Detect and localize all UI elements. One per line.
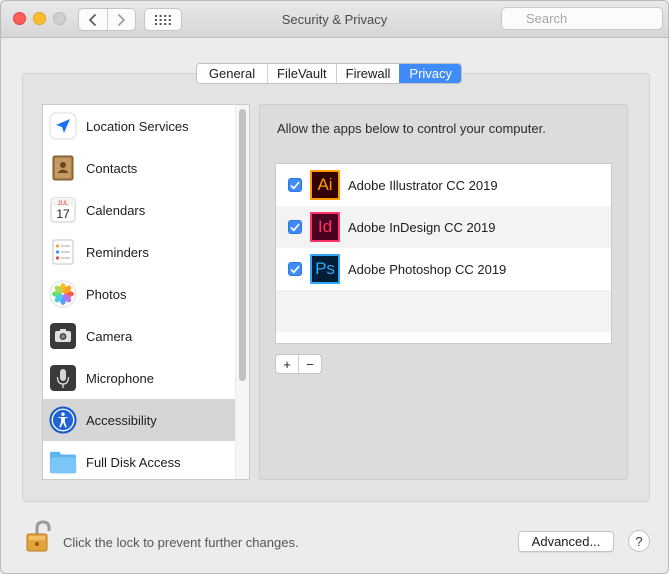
accessibility-icon (49, 406, 77, 434)
list-item-illustrator[interactable]: Ai Adobe Illustrator CC 2019 (276, 164, 611, 206)
security-privacy-window: Security & Privacy General FileVault Fir… (0, 0, 669, 574)
tab-bar: General FileVault Firewall Privacy (196, 63, 463, 84)
empty-list-row (276, 290, 611, 332)
sidebar-item-reminders[interactable]: Reminders (43, 231, 235, 273)
sidebar-item-label: Microphone (86, 370, 154, 386)
calendar-icon: JUL 17 (49, 196, 77, 224)
calendar-day-text: 17 (56, 207, 70, 221)
tab-general[interactable]: General (197, 64, 267, 83)
add-remove-buttons: + − (275, 354, 322, 374)
app-name: Adobe Illustrator CC 2019 (348, 177, 498, 193)
list-item-photoshop[interactable]: Ps Adobe Photoshop CC 2019 (276, 248, 611, 290)
sidebar-item-camera[interactable]: Camera (43, 315, 235, 357)
illustrator-icon: Ai (310, 170, 340, 200)
app-list: Ai Adobe Illustrator CC 2019 Id Adobe In… (275, 163, 612, 344)
sidebar-scrollbar[interactable] (235, 105, 249, 479)
checkmark-icon (290, 223, 300, 232)
checkmark-icon (290, 181, 300, 190)
sidebar-item-location-services[interactable]: Location Services (43, 105, 235, 147)
photoshop-icon: Ps (310, 254, 340, 284)
illustrator-checkbox[interactable] (288, 178, 302, 192)
lock-status-text: Click the lock to prevent further change… (63, 535, 299, 550)
sidebar-item-label: Reminders (86, 244, 149, 260)
help-button[interactable]: ? (628, 530, 650, 552)
toolbar: Security & Privacy (1, 1, 668, 38)
remove-app-button[interactable]: − (298, 355, 321, 373)
sidebar-item-label: Contacts (86, 160, 138, 176)
camera-icon (49, 322, 77, 350)
location-arrow-icon (49, 112, 77, 140)
tab-firewall[interactable]: Firewall (335, 64, 400, 83)
photos-flower-icon (49, 280, 77, 308)
indesign-checkbox[interactable] (288, 220, 302, 234)
sidebar-scroll-thumb[interactable] (239, 109, 246, 381)
sidebar-item-label: Location Services (86, 118, 189, 134)
indesign-icon: Id (310, 212, 340, 242)
accessibility-pane: Allow the apps below to control your com… (259, 104, 628, 480)
search-input[interactable] (501, 7, 663, 30)
list-item-indesign[interactable]: Id Adobe InDesign CC 2019 (276, 206, 611, 248)
checkmark-icon (290, 265, 300, 274)
app-name: Adobe InDesign CC 2019 (348, 219, 496, 235)
sidebar-item-full-disk-access[interactable]: Full Disk Access (43, 441, 235, 479)
sidebar-item-microphone[interactable]: Microphone (43, 357, 235, 399)
sidebar-item-label: Camera (86, 328, 133, 344)
app-name: Adobe Photoshop CC 2019 (348, 261, 507, 277)
contacts-book-icon (49, 154, 77, 182)
tab-filevault[interactable]: FileVault (267, 64, 336, 83)
sidebar-item-calendars[interactable]: JUL 17 Calendars (43, 189, 235, 231)
add-app-button[interactable]: + (276, 355, 298, 373)
lock-icon[interactable] (23, 520, 55, 554)
microphone-icon (49, 364, 77, 392)
sidebar-item-accessibility[interactable]: Accessibility (43, 399, 235, 441)
sidebar-item-contacts[interactable]: Contacts (43, 147, 235, 189)
privacy-category-list: Location Services Contacts JUL 17 Calend… (42, 104, 250, 480)
photoshop-checkbox[interactable] (288, 262, 302, 276)
sidebar-item-label: Full Disk Access (86, 454, 181, 470)
sidebar-item-label: Calendars (86, 202, 146, 218)
pane-description: Allow the apps below to control your com… (277, 121, 546, 136)
advanced-button[interactable]: Advanced... (518, 531, 614, 552)
sidebar-item-photos[interactable]: Photos (43, 273, 235, 315)
sidebar-item-label: Photos (86, 286, 127, 302)
reminders-list-icon (49, 238, 77, 266)
tab-privacy[interactable]: Privacy (399, 64, 462, 83)
folder-icon (49, 448, 77, 476)
sidebar-item-label: Accessibility (86, 412, 157, 428)
